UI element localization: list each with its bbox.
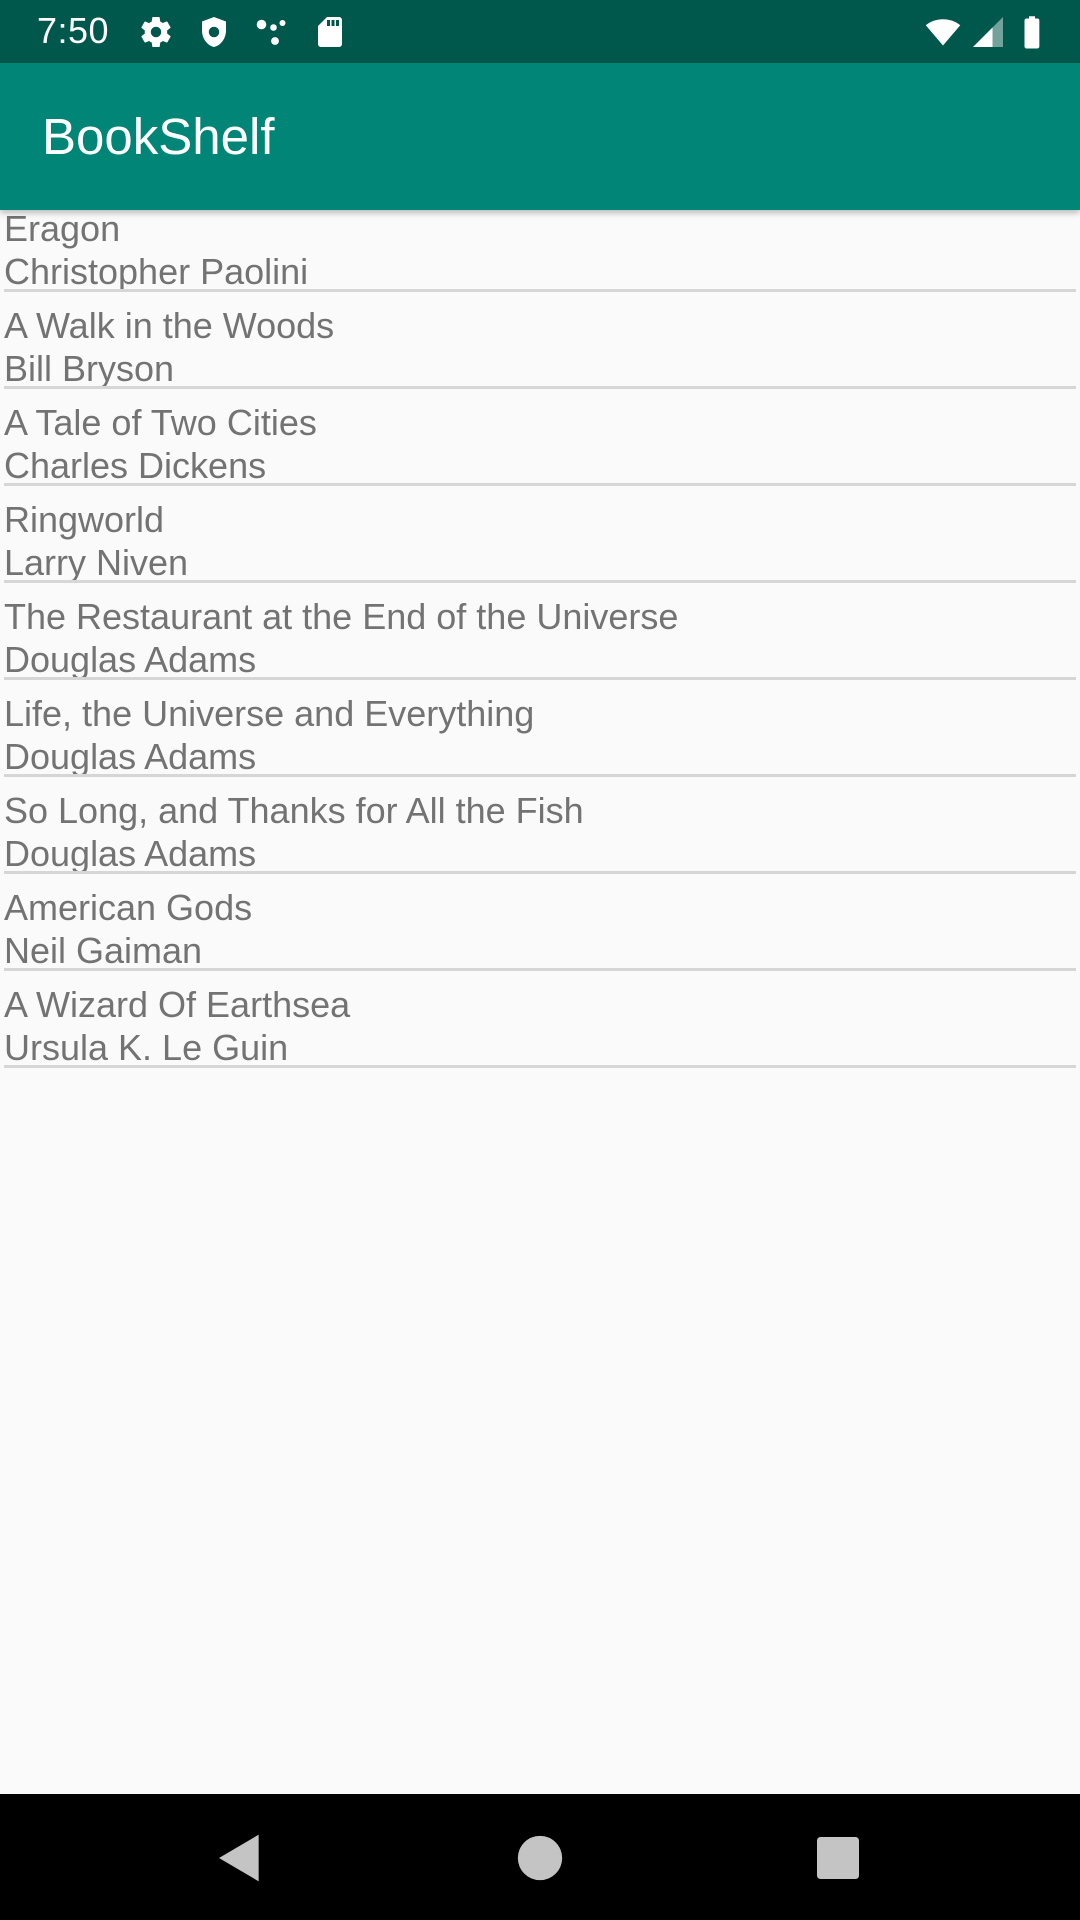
home-icon[interactable] [512,1830,568,1886]
book-list-item[interactable]: Eragon Christopher Paolini [0,208,1080,292]
book-title: A Walk in the Woods [4,305,335,346]
app-screen: 7:50 BookShelf Eragon Christopher Paolin… [0,0,1080,1920]
wifi-icon [922,14,964,50]
list-divider [4,1065,1076,1068]
book-author: Bill Bryson [4,348,175,389]
network-dots-icon [254,14,290,50]
app-bar: BookShelf [0,63,1080,210]
book-list-item[interactable]: American Gods Neil Gaiman [0,874,1080,971]
book-author: Christopher Paolini [4,251,309,292]
book-title: So Long, and Thanks for All the Fish [4,790,584,831]
battery-icon [1014,14,1050,50]
book-list-item[interactable]: A Tale of Two Cities Charles Dickens [0,389,1080,486]
book-list-item[interactable]: A Wizard Of Earthsea Ursula K. Le Guin [0,971,1080,1068]
book-author: Neil Gaiman [4,930,203,971]
book-list[interactable]: Eragon Christopher Paolini A Walk in the… [0,208,1080,1068]
book-author: Larry Niven [4,542,189,583]
book-author: Douglas Adams [4,639,257,680]
status-time: 7:50 [37,10,110,51]
book-author: Charles Dickens [4,445,267,486]
book-list-item[interactable]: So Long, and Thanks for All the Fish Dou… [0,777,1080,874]
status-bar: 7:50 [0,0,1080,63]
book-title: A Tale of Two Cities [4,402,317,443]
shield-icon [196,14,232,50]
book-list-item[interactable]: A Walk in the Woods Bill Bryson [0,292,1080,389]
book-title: Ringworld [4,499,165,540]
book-list-item[interactable]: Ringworld Larry Niven [0,486,1080,583]
book-author: Douglas Adams [4,833,257,874]
book-title: Eragon [4,208,121,249]
cell-signal-icon [970,14,1006,50]
navigation-bar [0,1794,1080,1920]
book-title: The Restaurant at the End of the Univers… [4,596,679,637]
back-icon[interactable] [212,1830,268,1886]
book-title: American Gods [4,887,253,928]
gear-icon [138,14,174,50]
sd-card-icon [312,14,348,50]
book-title: Life, the Universe and Everything [4,693,535,734]
book-list-item[interactable]: The Restaurant at the End of the Univers… [0,583,1080,680]
book-author: Douglas Adams [4,736,257,777]
book-list-item[interactable]: Life, the Universe and Everything Dougla… [0,680,1080,777]
book-author: Ursula K. Le Guin [4,1027,289,1068]
app-title: BookShelf [42,108,275,165]
recents-icon[interactable] [810,1830,866,1886]
book-title: A Wizard Of Earthsea [4,984,351,1025]
